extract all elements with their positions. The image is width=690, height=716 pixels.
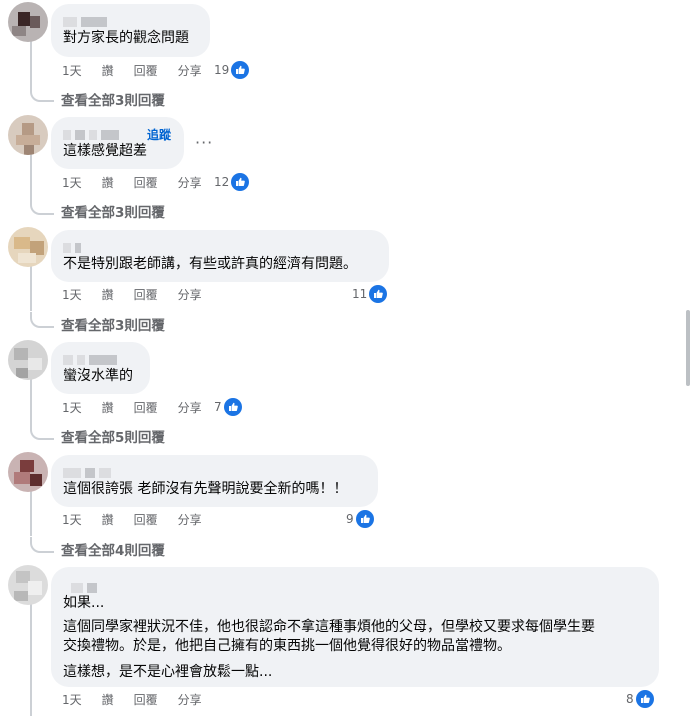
reaction-count[interactable]: 9: [346, 509, 374, 529]
follow-button[interactable]: 追蹤: [147, 126, 171, 143]
like-button[interactable]: 讚: [102, 691, 114, 708]
reaction-count[interactable]: 7: [214, 397, 242, 417]
comment-bubble: 追蹤 這樣感覺超差: [51, 117, 184, 169]
author-name[interactable]: [63, 11, 198, 29]
timestamp[interactable]: 1天: [62, 399, 82, 416]
reaction-number: 8: [626, 692, 634, 706]
comment-actions: 1天 讚 回覆 分享: [62, 172, 222, 192]
comment-text-line: 這個同學家裡狀況不佳，他也很認命不拿這種事煩他的父母，但學校又要求每個學生要: [63, 619, 595, 635]
reply-button[interactable]: 回覆: [134, 399, 158, 416]
view-replies-link[interactable]: 查看全部3則回覆: [61, 89, 165, 109]
thread-line: [30, 490, 32, 536]
thumbs-up-icon: [355, 510, 374, 528]
thread-connector: [30, 86, 54, 102]
comment-text: 不是特別跟老師講，有些或許真的經濟有問題。: [63, 256, 357, 272]
comment-actions: 1天 讚 回覆 分享: [62, 689, 222, 709]
like-button[interactable]: 讚: [102, 399, 114, 416]
scrollbar[interactable]: [686, 310, 690, 386]
reply-button[interactable]: 回覆: [134, 174, 158, 191]
comment-actions: 1天 讚 回覆 分享: [62, 60, 222, 80]
timestamp[interactable]: 1天: [62, 62, 82, 79]
comment-text: 蠻沒水準的: [63, 368, 133, 384]
author-name[interactable]: [63, 349, 138, 367]
thumbs-up-icon: [223, 398, 242, 416]
view-replies-link[interactable]: 查看全部5則回覆: [61, 426, 165, 446]
view-replies-link[interactable]: 查看全部3則回覆: [61, 314, 165, 334]
share-button[interactable]: 分享: [178, 62, 202, 79]
reply-button[interactable]: 回覆: [134, 62, 158, 79]
reaction-number: 7: [214, 400, 222, 414]
timestamp[interactable]: 1天: [62, 286, 82, 303]
comment-text-line: 這樣想，是不是心裡會放鬆一點...: [63, 664, 273, 680]
reaction-number: 11: [352, 287, 368, 301]
thread-line: [30, 265, 32, 311]
avatar[interactable]: [8, 565, 48, 605]
comment-text: 對方家長的觀念問題: [63, 30, 189, 46]
reaction-number: 19: [214, 63, 230, 77]
like-button[interactable]: 讚: [102, 286, 114, 303]
more-options-button[interactable]: ···: [195, 133, 213, 152]
timestamp[interactable]: 1天: [62, 174, 82, 191]
comment-actions: 1天 讚 回覆 分享: [62, 509, 222, 529]
view-replies-link[interactable]: 查看全部4則回覆: [61, 539, 165, 559]
reaction-count[interactable]: 8: [626, 689, 654, 709]
thumbs-up-icon: [369, 285, 388, 303]
thread-connector: [30, 424, 54, 440]
like-button[interactable]: 讚: [102, 511, 114, 528]
author-name[interactable]: [63, 237, 377, 255]
reaction-number: 12: [214, 175, 230, 189]
thread-line: [30, 40, 32, 86]
reply-button[interactable]: 回覆: [134, 286, 158, 303]
reply-button[interactable]: 回覆: [134, 511, 158, 528]
comment-actions: 1天 讚 回覆 分享: [62, 397, 222, 417]
thread-line: [30, 153, 32, 199]
comment-text-line: 交換禮物。於是，他把自己擁有的東西挑一個他覺得很好的物品當禮物。: [63, 638, 511, 654]
reaction-count[interactable]: 12: [214, 172, 250, 192]
share-button[interactable]: 分享: [178, 511, 202, 528]
author-name[interactable]: [63, 462, 366, 480]
timestamp[interactable]: 1天: [62, 691, 82, 708]
like-button[interactable]: 讚: [102, 174, 114, 191]
reaction-number: 9: [346, 512, 354, 526]
comment-bubble: 不是特別跟老師講，有些或許真的經濟有問題。: [51, 230, 389, 282]
thumbs-up-icon: [635, 690, 654, 708]
timestamp[interactable]: 1天: [62, 511, 82, 528]
comment-text: 這樣感覺超差: [63, 143, 147, 159]
comment-bubble: 對方家長的觀念問題: [51, 4, 210, 57]
share-button[interactable]: 分享: [178, 286, 202, 303]
comment-bubble: 蠻沒水準的: [51, 342, 150, 394]
thread-line: [30, 603, 32, 716]
avatar[interactable]: [8, 227, 48, 267]
avatar[interactable]: [8, 340, 48, 380]
reaction-count[interactable]: 11: [352, 284, 388, 304]
avatar[interactable]: [8, 2, 48, 42]
avatar[interactable]: [8, 115, 48, 155]
comment-bubble: 如果... 這個同學家裡狀況不佳，他也很認命不拿這種事煩他的父母，但學校又要求每…: [51, 567, 659, 687]
share-button[interactable]: 分享: [178, 399, 202, 416]
comment-text: 這個很誇張 老師沒有先聲明說要全新的嗎！！: [63, 481, 348, 497]
reply-button[interactable]: 回覆: [134, 691, 158, 708]
author-name[interactable]: 追蹤: [63, 124, 172, 142]
avatar[interactable]: [8, 452, 48, 492]
share-button[interactable]: 分享: [178, 174, 202, 191]
share-button[interactable]: 分享: [178, 691, 202, 708]
thread-connector: [30, 537, 54, 553]
view-replies-link[interactable]: 查看全部3則回覆: [61, 201, 165, 221]
reaction-count[interactable]: 19: [214, 60, 250, 80]
like-button[interactable]: 讚: [102, 62, 114, 79]
comment-bubble: 這個很誇張 老師沒有先聲明說要全新的嗎！！: [51, 455, 378, 507]
author-name[interactable]: [63, 574, 647, 598]
thread-connector: [30, 312, 54, 328]
thumbs-up-icon: [231, 61, 250, 79]
thread-connector: [30, 199, 54, 215]
thread-line: [30, 378, 32, 424]
thumbs-up-icon: [231, 173, 250, 191]
comment-actions: 1天 讚 回覆 分享: [62, 284, 222, 304]
